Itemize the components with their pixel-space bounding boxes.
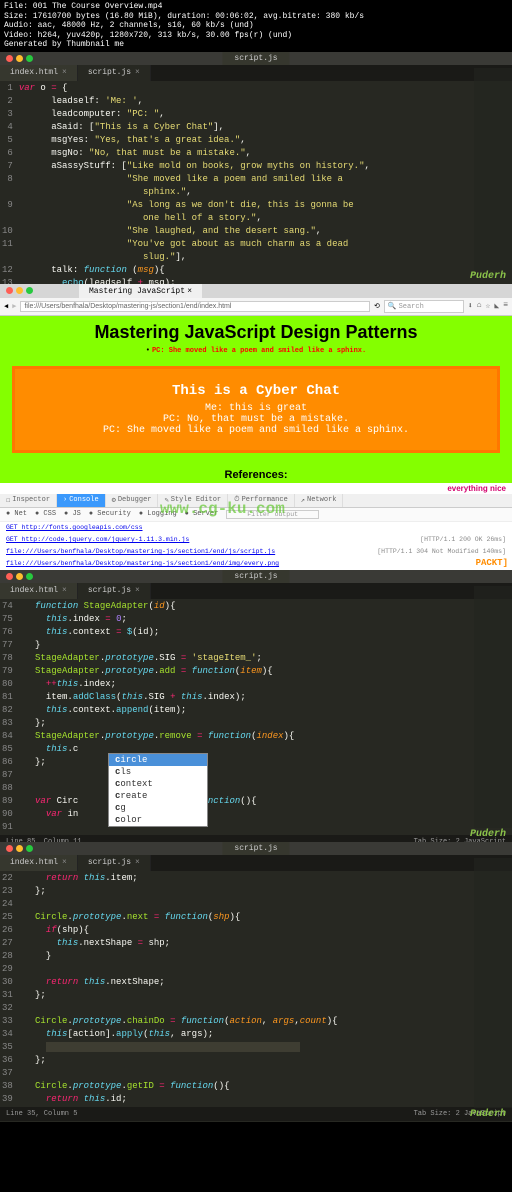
reader-icon[interactable]: ⟲	[374, 302, 380, 311]
page-body: Mastering JavaScript Design Patterns • P…	[0, 316, 512, 483]
watermark: www.cg-ku.com	[160, 500, 285, 518]
back-icon[interactable]: ◀	[4, 302, 8, 311]
close-icon[interactable]	[6, 573, 13, 580]
subtitle: • PC: She moved like a poem and smiled l…	[10, 346, 502, 356]
minimize-icon[interactable]	[16, 573, 23, 580]
watermark-puderh: Puderh	[470, 829, 506, 840]
devtools-tab-console[interactable]: › Console	[57, 494, 106, 507]
minimap[interactable]	[474, 858, 512, 1108]
tab-script-js[interactable]: script.js×	[78, 855, 151, 871]
tab-index-html[interactable]: index.html×	[0, 583, 78, 599]
cursor-position: Line 35, Column 5	[6, 1110, 77, 1118]
status-bar: Line 35, Column 5 Tab Size: 2 JavaScript	[0, 1107, 512, 1121]
download-icon[interactable]: ⬇	[468, 301, 473, 311]
devtools-tab-inspector[interactable]: ☐ Inspector	[0, 494, 57, 507]
log-line[interactable]: [HTTP/1.1 304 Not Modified 140ms]file://…	[0, 546, 512, 558]
search-input[interactable]: 🔍 Search	[384, 300, 464, 313]
chat-line: PC: No, that must be a mistake.	[29, 414, 483, 425]
meta-size: Size: 17610700 bytes (16.80 MiB), durati…	[4, 12, 508, 22]
code-area[interactable]: 222324252627282930313233343536373839 ret…	[0, 871, 512, 1107]
log-line[interactable]: [HTTP/1.1 200 OK 26ms]GET http://code.jq…	[0, 534, 512, 546]
video-metadata: File: 001 The Course Overview.mp4 Size: …	[0, 0, 512, 52]
autocomplete-item[interactable]: create	[109, 790, 207, 802]
autocomplete-item[interactable]: circle	[109, 754, 207, 766]
chat-line: Me: this is great	[29, 403, 483, 414]
packt-logo: PACKT]	[476, 558, 508, 568]
editor-pane-2: index.html× script.js× script.js 7475767…	[0, 570, 512, 842]
meta-gen: Generated by Thumbnail me	[4, 40, 508, 50]
code-content[interactable]: var o = { leadself: 'Me: ', leadcomputer…	[19, 81, 512, 317]
meta-audio: Audio: aac, 48000 Hz, 2 channels, s16, 6…	[4, 21, 508, 31]
close-icon[interactable]	[6, 287, 13, 294]
bookmark-icon[interactable]: ☆	[486, 301, 491, 311]
filter-css[interactable]: CSS	[43, 510, 56, 518]
address-bar: ◀ ▶ file:///Users/benfhala/Desktop/maste…	[0, 298, 512, 316]
filter-security[interactable]: Security	[97, 510, 131, 518]
watermark-puderh: Puderh	[470, 271, 506, 282]
tab-script-js-right[interactable]: script.js	[222, 842, 289, 855]
line-gutter: 123456789101112131415	[0, 81, 19, 317]
tab-script-js-right[interactable]: script.js	[222, 570, 289, 583]
log-line[interactable]: GET http://fonts.googleapis.com/css	[0, 522, 512, 534]
code-content[interactable]: return this.item; }; Circle.prototype.ne…	[19, 871, 512, 1107]
tab-bar: index.html× script.js× script.js	[0, 65, 512, 81]
tab-index-html[interactable]: index.html×	[0, 855, 78, 871]
browser-tab[interactable]: Mastering JavaScript ×	[79, 284, 202, 298]
autocomplete-item[interactable]: context	[109, 778, 207, 790]
maximize-icon[interactable]	[26, 845, 33, 852]
editor-pane-3: index.html× script.js× script.js 2223242…	[0, 842, 512, 1122]
line-gutter: 222324252627282930313233343536373839	[0, 871, 19, 1107]
tab-bar: index.html× script.js× script.js	[0, 583, 512, 599]
chat-title: This is a Cyber Chat	[29, 383, 483, 399]
autocomplete-popup[interactable]: circle cls context create cg color	[108, 753, 208, 827]
url-input[interactable]: file:///Users/benfhala/Desktop/mastering…	[20, 301, 370, 312]
autocomplete-item[interactable]: color	[109, 814, 207, 826]
log-line[interactable]: file:///Users/benfhala/Desktop/mastering…	[0, 558, 512, 570]
autocomplete-item[interactable]: cg	[109, 802, 207, 814]
browser-window: Mastering JavaScript × ◀ ▶ file:///Users…	[0, 284, 512, 570]
home-icon[interactable]: ⌂	[477, 301, 482, 311]
code-area[interactable]: 747576777879808182838485868788899091 fun…	[0, 599, 512, 835]
devtools-tab-network[interactable]: ↗ Network	[295, 494, 344, 507]
minimize-icon[interactable]	[16, 845, 23, 852]
editor-pane-1: index.html× script.js× script.js 1234567…	[0, 52, 512, 284]
close-icon[interactable]: ×	[187, 287, 192, 296]
chat-line: PC: She moved like a poem and smiled lik…	[29, 425, 483, 436]
filter-net[interactable]: Net	[14, 510, 27, 518]
code-content[interactable]: function StageAdapter(id){ this.index = …	[19, 599, 512, 835]
line-gutter: 747576777879808182838485868788899091	[0, 599, 19, 835]
search-icon: 🔍	[388, 303, 397, 311]
close-icon[interactable]: ×	[135, 68, 140, 77]
autocomplete-item[interactable]: cls	[109, 766, 207, 778]
chat-box: This is a Cyber Chat Me: this is great P…	[12, 366, 500, 453]
close-icon[interactable]	[6, 845, 13, 852]
devtools-tab-debugger[interactable]: ⚙ Debugger	[106, 494, 159, 507]
maximize-icon[interactable]	[26, 55, 33, 62]
menu-icon[interactable]: ≡	[503, 301, 508, 311]
forward-icon[interactable]: ▶	[12, 302, 16, 311]
minimize-icon[interactable]	[16, 55, 23, 62]
watermark-puderh: Puderh	[470, 1109, 506, 1120]
tab-script-js-right[interactable]: script.js	[222, 52, 289, 65]
tab-script-js[interactable]: script.js×	[78, 65, 151, 81]
devtools: ☐ Inspector › Console ⚙ Debugger ✎ Style…	[0, 494, 512, 570]
close-icon[interactable]	[6, 55, 13, 62]
references-heading: References:	[10, 463, 502, 483]
meta-file: File: 001 The Course Overview.mp4	[4, 2, 508, 12]
minimap[interactable]	[474, 586, 512, 828]
minimize-icon[interactable]	[16, 287, 23, 294]
page-title: Mastering JavaScript Design Patterns	[10, 322, 502, 343]
maximize-icon[interactable]	[26, 287, 33, 294]
tab-bar: index.html× script.js× script.js	[0, 855, 512, 871]
pocket-icon[interactable]: ◣	[494, 301, 499, 311]
tab-index-html[interactable]: index.html×	[0, 65, 78, 81]
code-area[interactable]: 123456789101112131415 var o = { leadself…	[0, 81, 512, 317]
tab-script-js[interactable]: script.js×	[78, 583, 151, 599]
minimap[interactable]	[474, 68, 512, 270]
status-text: everything nice	[0, 483, 512, 494]
meta-video: Video: h264, yuv420p, 1280x720, 313 kb/s…	[4, 31, 508, 41]
filter-js[interactable]: JS	[72, 510, 80, 518]
maximize-icon[interactable]	[26, 573, 33, 580]
close-icon[interactable]: ×	[62, 68, 67, 77]
